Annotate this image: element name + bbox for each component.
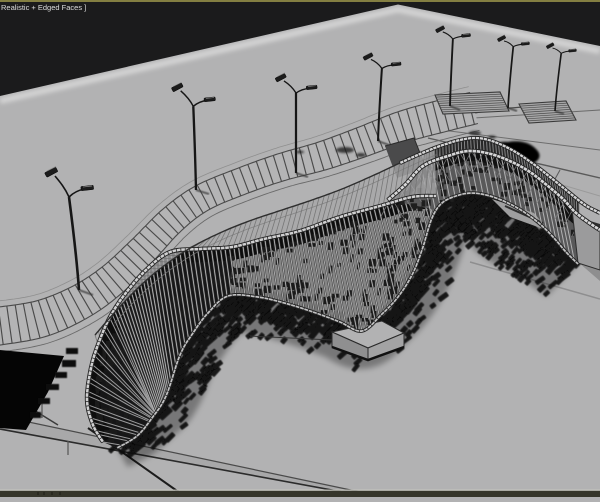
svg-text:Realistic + Edged Faces ]: Realistic + Edged Faces ]	[1, 3, 86, 12]
